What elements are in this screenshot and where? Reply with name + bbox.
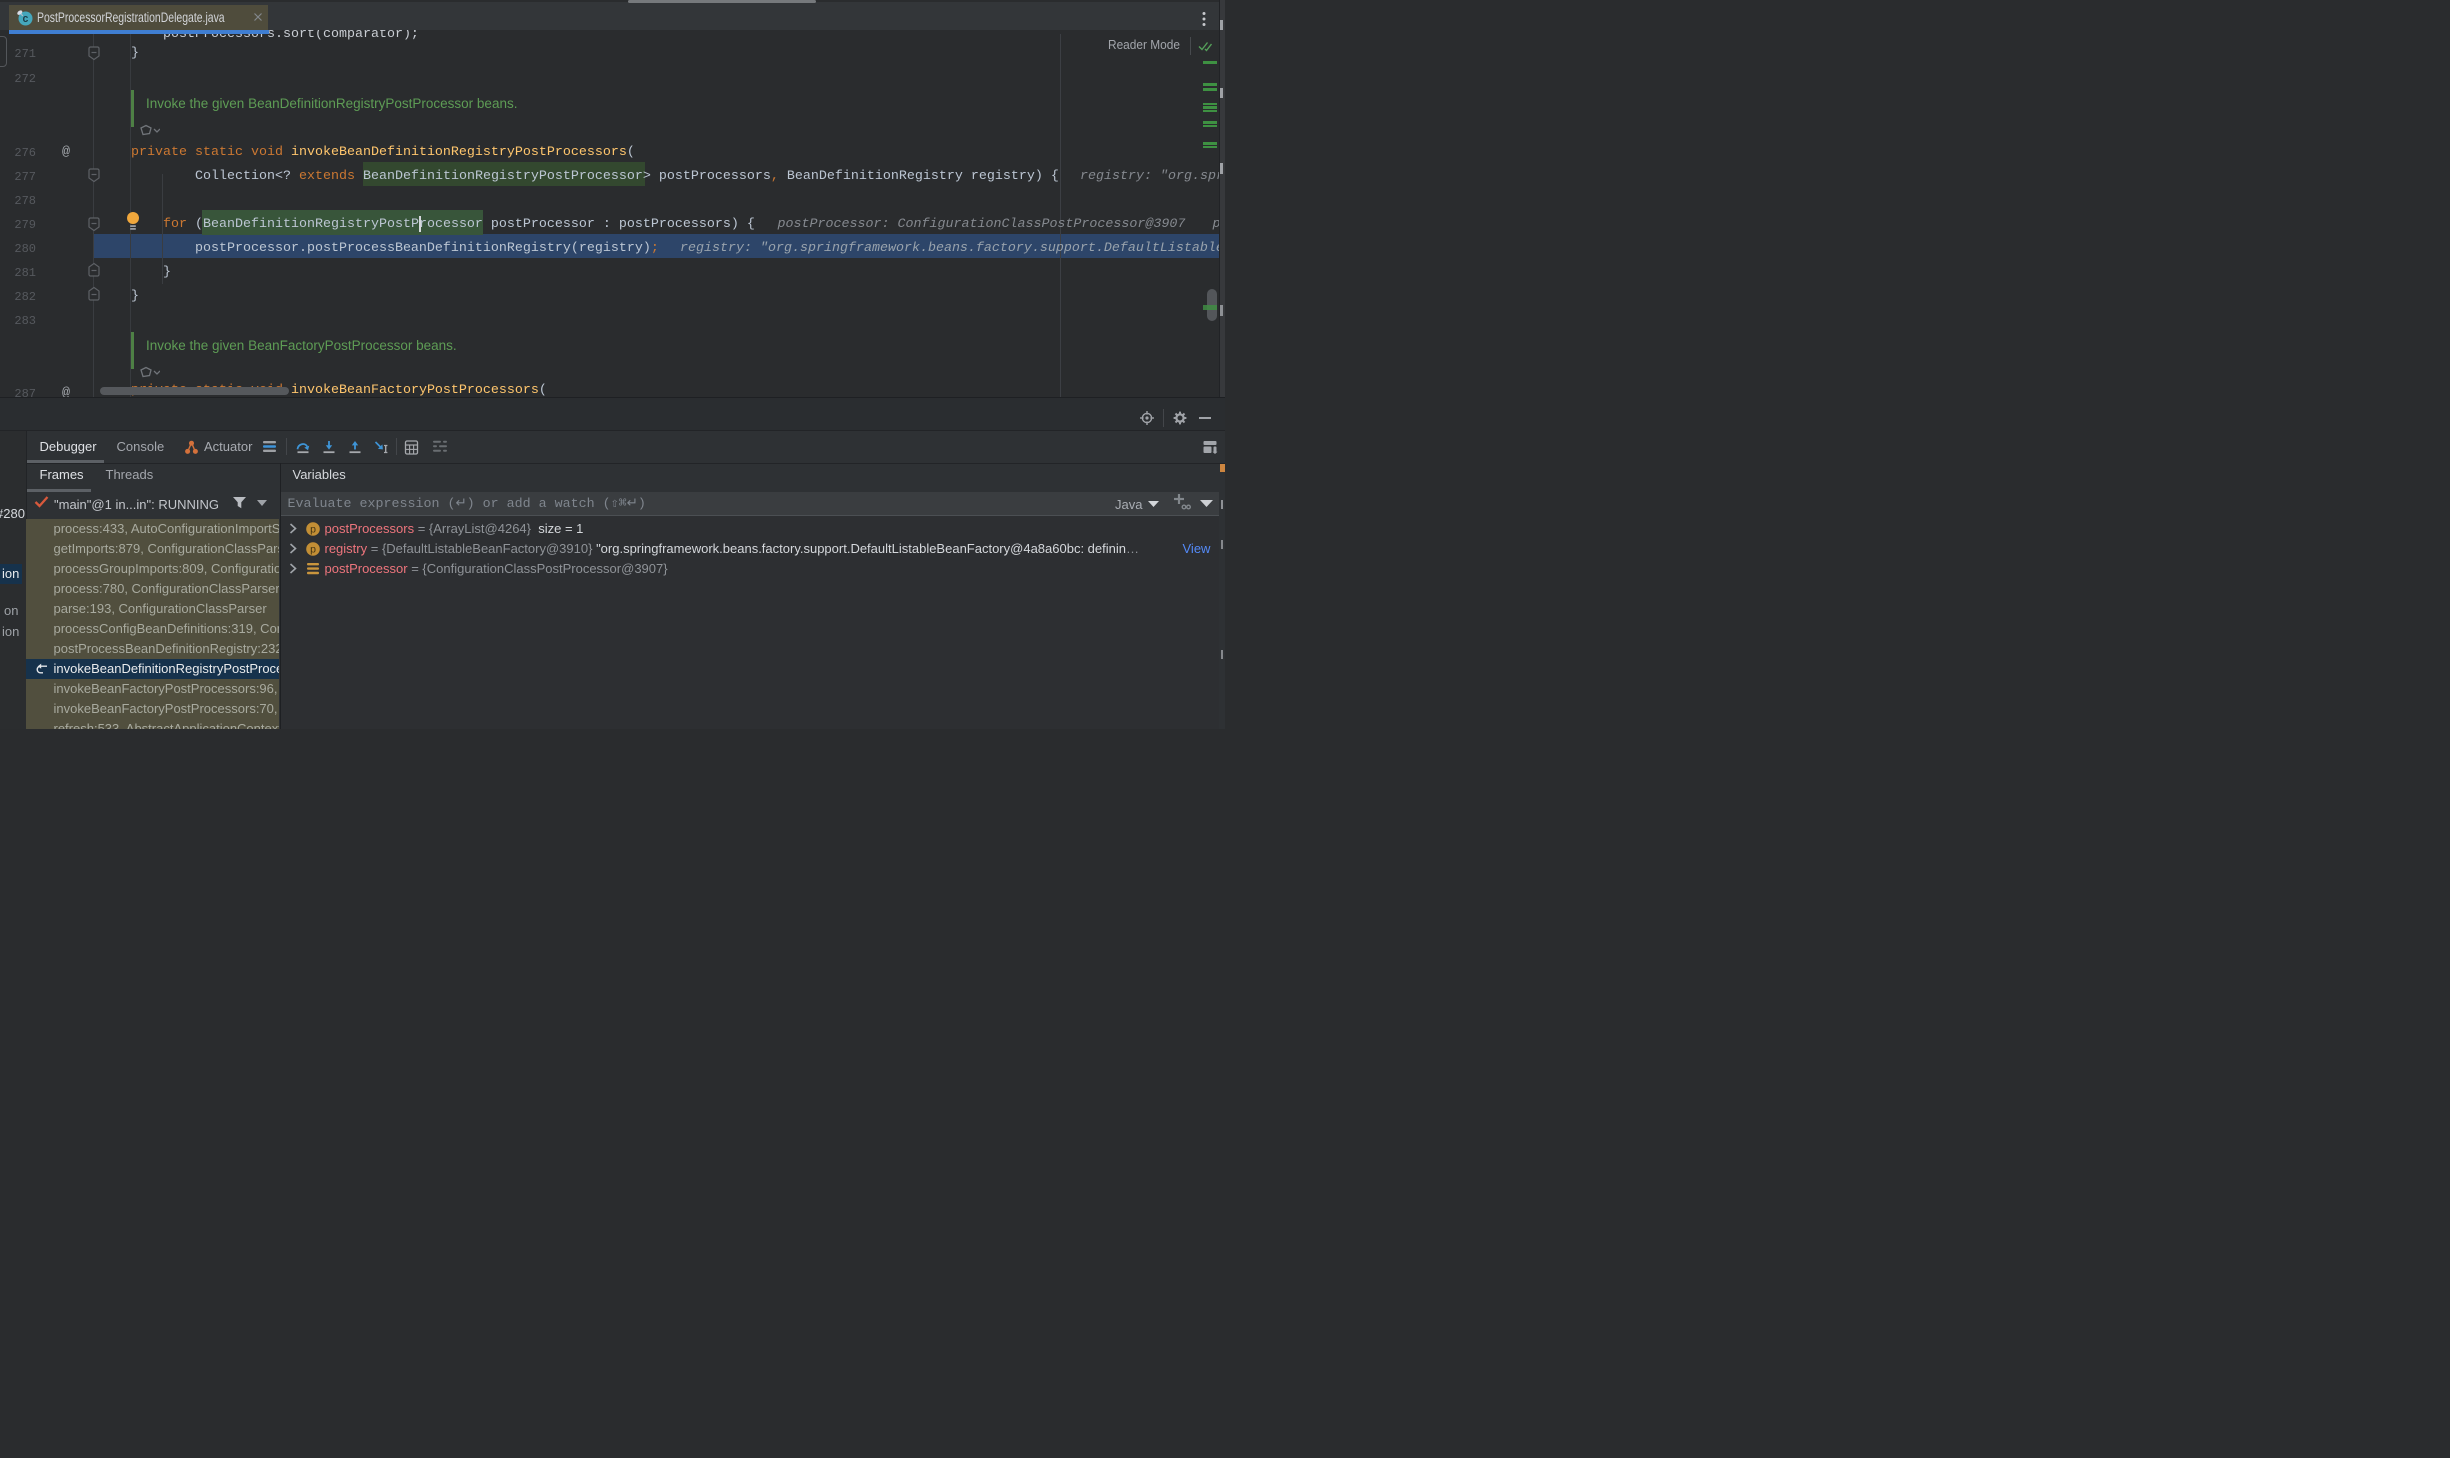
svg-text:p: p xyxy=(310,543,316,555)
svg-text:C: C xyxy=(22,14,28,25)
svg-text:p: p xyxy=(310,523,316,535)
